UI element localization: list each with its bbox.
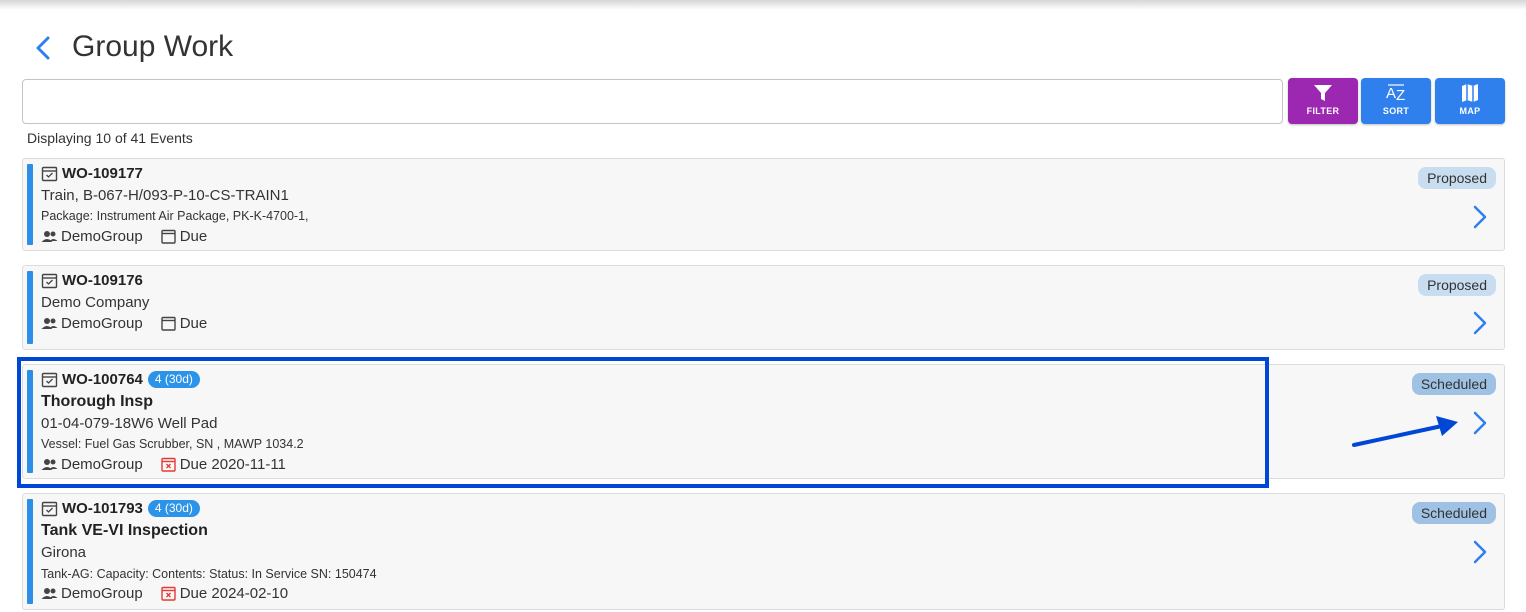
work-order-number: WO-101793	[62, 500, 143, 517]
group-icon	[41, 588, 58, 599]
status-badge: Scheduled	[1411, 502, 1496, 524]
event-due: Due 2020-11-11	[179, 456, 286, 473]
status-badge: Scheduled	[1411, 373, 1496, 395]
svg-text:A: A	[1386, 85, 1396, 102]
calendar-icon	[161, 316, 176, 331]
card-accent-stripe	[27, 164, 33, 245]
event-group: DemoGroup	[61, 456, 143, 473]
svg-text:Z: Z	[1396, 87, 1405, 103]
group-icon	[41, 318, 58, 329]
card-accent-stripe	[27, 499, 33, 604]
event-location: Girona	[41, 544, 87, 561]
group-icon	[41, 231, 58, 242]
status-badge: Proposed	[1418, 167, 1496, 189]
card-accent-stripe	[27, 370, 33, 473]
sort-button[interactable]: A Z SORT	[1361, 78, 1431, 124]
chevron-right-icon[interactable]	[1472, 410, 1488, 436]
event-card[interactable]: WO-101793 4 (30d) Tank VE-VI Inspection …	[22, 493, 1505, 610]
map-icon	[1462, 84, 1478, 102]
chevron-right-icon[interactable]	[1472, 539, 1488, 565]
event-due: Due	[179, 228, 208, 245]
topbar-shadow	[0, 0, 1526, 10]
event-location: 01-04-079-18W6 Well Pad	[41, 415, 218, 432]
back-chevron-icon[interactable]	[30, 33, 56, 63]
overdue-calendar-icon	[161, 586, 176, 601]
page-title: Group Work	[72, 30, 234, 63]
map-button[interactable]: MAP	[1435, 78, 1505, 124]
work-order-number: WO-109177	[62, 165, 143, 182]
event-due: Due	[179, 315, 208, 332]
calendar-icon	[161, 229, 176, 244]
event-detail: Package: Instrument Air Package, PK-K-47…	[41, 209, 309, 223]
sort-button-label: SORT	[1382, 106, 1410, 116]
work-order-icon	[41, 273, 58, 289]
search-input[interactable]	[22, 79, 1283, 124]
count-badge: 4 (30d)	[147, 371, 200, 388]
card-accent-stripe	[27, 271, 33, 344]
event-card[interactable]: WO-109177 Train, B-067-H/093-P-10-CS-TRA…	[22, 158, 1505, 251]
work-order-number: WO-100764	[62, 371, 143, 388]
overdue-calendar-icon	[161, 457, 176, 472]
status-badge: Proposed	[1418, 274, 1496, 296]
filter-button[interactable]: FILTER	[1288, 78, 1358, 124]
filter-button-label: FILTER	[1306, 106, 1340, 116]
event-card[interactable]: WO-100764 4 (30d) Thorough Insp 01-04-07…	[22, 364, 1505, 479]
event-title: Thorough Insp	[41, 393, 153, 410]
count-badge: 4 (30d)	[147, 500, 200, 517]
event-group: DemoGroup	[61, 228, 143, 245]
event-group: DemoGroup	[61, 585, 143, 602]
work-order-icon	[41, 501, 58, 517]
group-icon	[41, 459, 58, 470]
sort-az-icon: A Z	[1386, 84, 1405, 103]
work-order-icon	[41, 372, 58, 388]
work-order-number: WO-109176	[62, 272, 143, 289]
map-button-label: MAP	[1459, 106, 1481, 116]
event-detail: Tank-AG: Capacity: Contents: Status: In …	[41, 567, 377, 581]
chevron-right-icon[interactable]	[1472, 204, 1488, 230]
results-count: Displaying 10 of 41 Events	[27, 130, 193, 146]
filter-icon	[1314, 85, 1332, 101]
event-location: Train, B-067-H/093-P-10-CS-TRAIN1	[41, 187, 289, 204]
event-group: DemoGroup	[61, 315, 143, 332]
event-due: Due 2024-02-10	[179, 585, 289, 602]
event-location: Demo Company	[41, 294, 150, 311]
chevron-right-icon[interactable]	[1472, 310, 1488, 336]
event-detail: Vessel: Fuel Gas Scrubber, SN , MAWP 103…	[41, 437, 304, 451]
event-card[interactable]: WO-109176 Demo Company DemoGroup Due Pro…	[22, 265, 1505, 350]
work-order-icon	[41, 166, 58, 182]
event-title: Tank VE-VI Inspection	[41, 522, 208, 539]
